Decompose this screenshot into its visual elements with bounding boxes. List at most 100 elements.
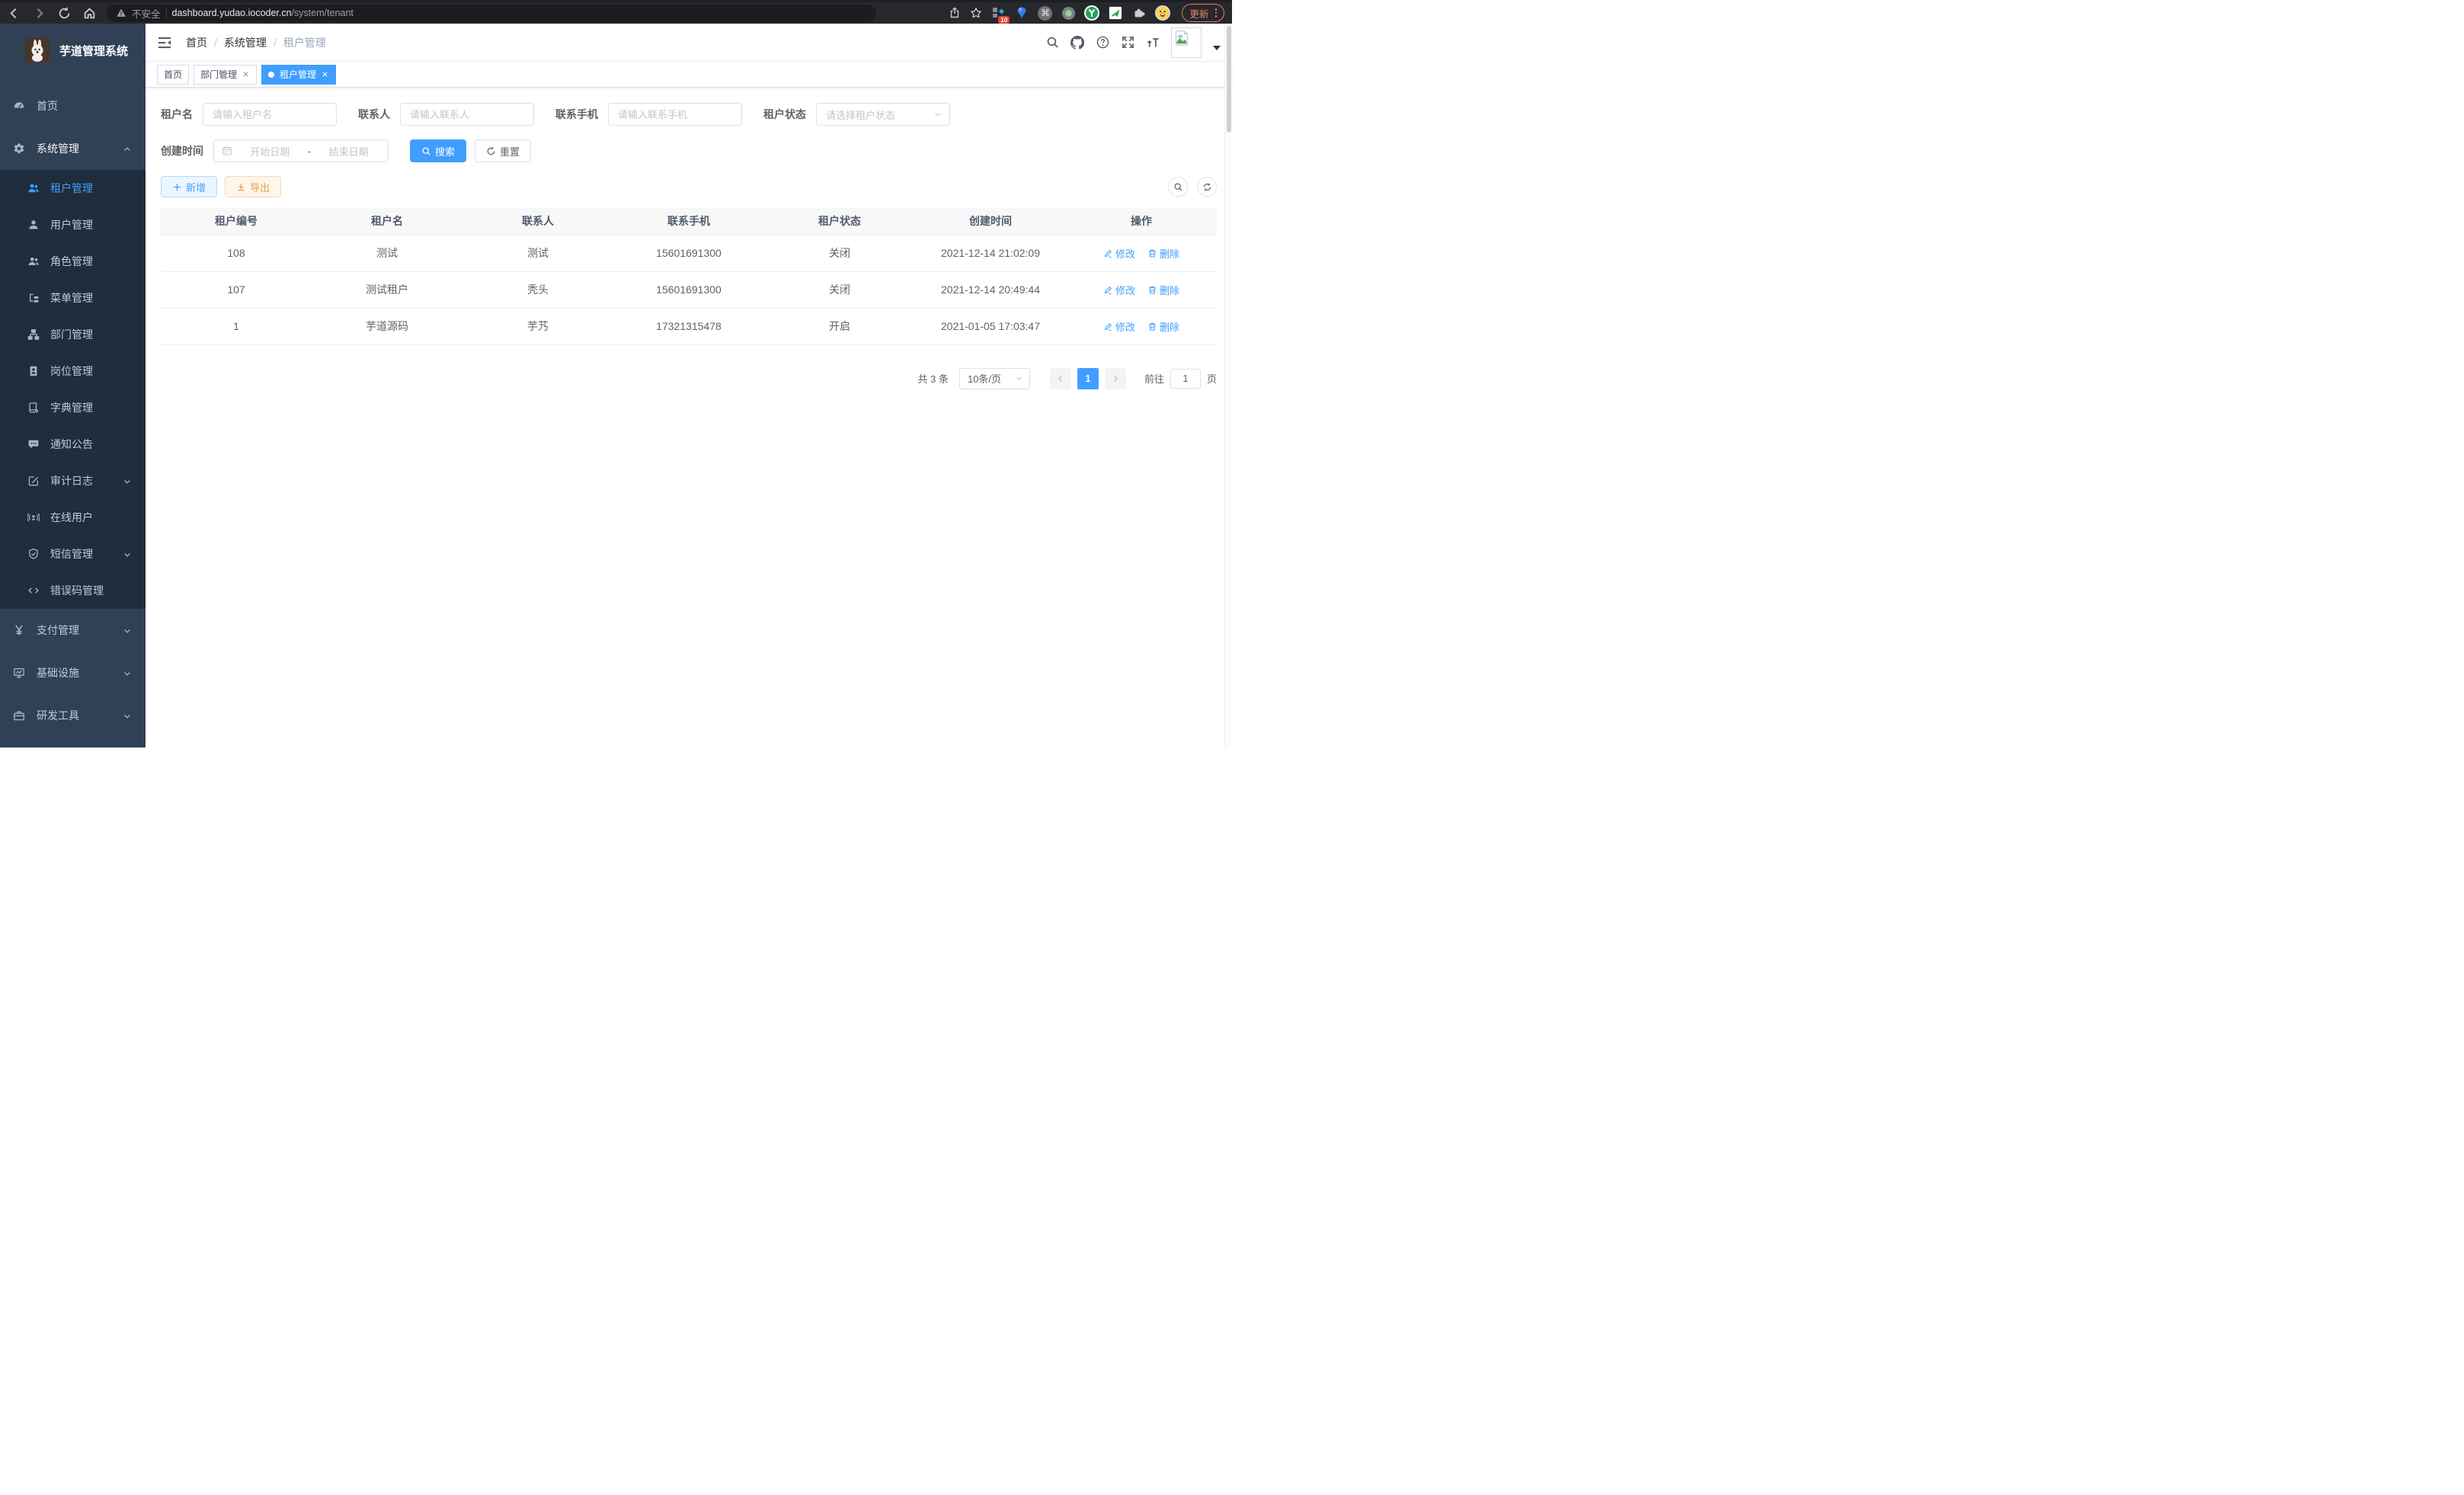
show-search-button[interactable]	[1168, 177, 1188, 197]
next-page-button[interactable]	[1105, 368, 1126, 389]
page-size-select[interactable]: 10条/页	[959, 368, 1030, 389]
plus-icon	[172, 182, 182, 192]
add-button[interactable]: 新增	[161, 176, 217, 197]
sidebar-item-role[interactable]: 角色管理	[0, 243, 146, 280]
github-icon[interactable]	[1070, 36, 1084, 50]
font-size-icon[interactable]	[1146, 36, 1160, 50]
search-icon[interactable]	[1045, 36, 1059, 50]
tenant-name-input[interactable]	[203, 103, 337, 126]
sidebar-item-online-users[interactable]: 在线用户	[0, 499, 146, 536]
prev-page-button[interactable]	[1050, 368, 1071, 389]
delete-link[interactable]: 删除	[1147, 319, 1179, 334]
sidebar-item-devtools[interactable]: 研发工具	[0, 694, 146, 737]
sidebar-item-infra[interactable]: 基础设施	[0, 651, 146, 694]
extension-record-icon[interactable]	[1061, 5, 1076, 21]
page-scrollbar[interactable]	[1224, 24, 1232, 748]
cell-name: 测试租户	[312, 271, 462, 308]
delete-link[interactable]: 删除	[1147, 283, 1179, 297]
filter-create-time: 创建时间 开始日期 - 结束日期	[161, 139, 389, 162]
logo-row[interactable]: 芋道管理系统	[0, 24, 146, 69]
edit-label: 修改	[1115, 246, 1135, 261]
date-range-picker[interactable]: 开始日期 - 结束日期	[213, 139, 389, 162]
extension-tabs-icon[interactable]: 10	[990, 5, 1006, 21]
forward-icon[interactable]	[33, 7, 46, 20]
status-select[interactable]: 请选择租户状态	[816, 103, 950, 126]
sidebar-item-audit-log[interactable]: 审计日志	[0, 463, 146, 499]
edit-label: 修改	[1115, 319, 1135, 334]
screen: 不安全 dashboard.yudao.iocoder.cn/system/te…	[0, 0, 1232, 748]
sidebar-item-dept[interactable]: 部门管理	[0, 316, 146, 353]
close-icon[interactable]	[320, 70, 329, 79]
filter-contact: 联系人	[358, 103, 534, 126]
org-chart-icon	[27, 328, 40, 341]
chevron-down-icon	[933, 110, 942, 119]
edit-link[interactable]: 修改	[1103, 283, 1135, 297]
mobile-input[interactable]	[608, 103, 742, 126]
mobile-label: 联系手机	[555, 107, 598, 122]
sidebar-item-label: 研发工具	[37, 708, 79, 723]
sidebar-item-error-code[interactable]: 错误码管理	[0, 572, 146, 609]
bookmark-star-icon[interactable]	[969, 7, 982, 20]
sidebar-item-label: 菜单管理	[50, 290, 93, 306]
breadcrumb-home[interactable]: 首页	[186, 35, 207, 50]
chevron-up-icon	[123, 144, 132, 153]
delete-link[interactable]: 删除	[1147, 246, 1179, 261]
extension-balloon-icon[interactable]	[1014, 5, 1029, 21]
profile-avatar-icon[interactable]	[1155, 5, 1170, 21]
back-icon[interactable]	[8, 7, 21, 20]
export-button[interactable]: 导出	[225, 176, 281, 197]
sidebar-item-label: 支付管理	[37, 623, 79, 638]
browser-update-button[interactable]: 更新	[1182, 4, 1224, 22]
tag-tenant[interactable]: 租户管理	[261, 65, 336, 85]
cell-id: 107	[161, 271, 312, 308]
help-icon[interactable]	[1096, 36, 1109, 50]
sidebar-item-pay[interactable]: 支付管理	[0, 609, 146, 651]
table-header-row: 租户编号 租户名 联系人 联系手机 租户状态 创建时间 操作	[161, 208, 1217, 235]
sidebar-item-user[interactable]: 用户管理	[0, 206, 146, 243]
avatar-dropdown-caret[interactable]	[1213, 46, 1221, 50]
scrollbar-thumb[interactable]	[1227, 26, 1231, 133]
browser-menu-icon[interactable]	[1215, 8, 1218, 18]
sidebar-item-post[interactable]: 岗位管理	[0, 353, 146, 389]
extension-flag-icon[interactable]	[1108, 5, 1123, 21]
fullscreen-icon[interactable]	[1121, 36, 1134, 50]
user-avatar[interactable]	[1171, 27, 1202, 58]
code-icon	[27, 584, 40, 597]
close-icon[interactable]	[241, 70, 250, 79]
edit-link[interactable]: 修改	[1103, 246, 1135, 261]
tag-dept[interactable]: 部门管理	[194, 65, 257, 85]
sidebar-item-notice[interactable]: 通知公告	[0, 426, 146, 463]
share-icon[interactable]	[948, 7, 961, 20]
edit-link[interactable]: 修改	[1103, 319, 1135, 334]
yen-icon	[13, 624, 25, 636]
sidebar-item-system[interactable]: 系统管理	[0, 127, 146, 170]
extension-y-icon[interactable]	[1084, 5, 1099, 21]
extension-command-icon[interactable]: ⌘	[1038, 6, 1052, 21]
reload-icon[interactable]	[58, 7, 71, 20]
breadcrumb-section[interactable]: 系统管理	[224, 35, 267, 50]
col-tenant-id: 租户编号	[161, 208, 312, 235]
tag-home[interactable]: 首页	[157, 65, 189, 85]
edit-label: 修改	[1115, 283, 1135, 297]
contact-input[interactable]	[400, 103, 534, 126]
extensions-puzzle-icon[interactable]	[1131, 5, 1147, 21]
sidebar-item-tenant[interactable]: 租户管理	[0, 170, 146, 206]
cell-status: 关闭	[764, 235, 915, 271]
address-bar[interactable]: 不安全 dashboard.yudao.iocoder.cn/system/te…	[107, 5, 876, 22]
goto-page-input[interactable]	[1170, 369, 1201, 389]
tag-label: 首页	[164, 68, 182, 81]
sidebar-item-sms[interactable]: 短信管理	[0, 536, 146, 572]
tags-view: 首页 部门管理 租户管理	[146, 62, 1232, 88]
refresh-table-button[interactable]	[1197, 177, 1217, 197]
home-icon[interactable]	[83, 7, 96, 20]
sidebar-item-home[interactable]: 首页	[0, 85, 146, 127]
sidebar-item-dict[interactable]: 字典管理	[0, 389, 146, 426]
filter-tenant-name: 租户名	[161, 103, 337, 126]
search-button[interactable]: 搜索	[410, 139, 466, 162]
sidebar-menu: 首页 系统管理 租户管理 用户管理	[0, 69, 146, 737]
reset-button[interactable]: 重置	[475, 139, 531, 162]
collapse-sidebar-icon[interactable]	[157, 35, 172, 50]
sidebar-item-menu[interactable]: 菜单管理	[0, 280, 146, 316]
cell-created: 2021-01-05 17:03:47	[915, 308, 1066, 344]
page-number-button[interactable]: 1	[1077, 368, 1099, 389]
